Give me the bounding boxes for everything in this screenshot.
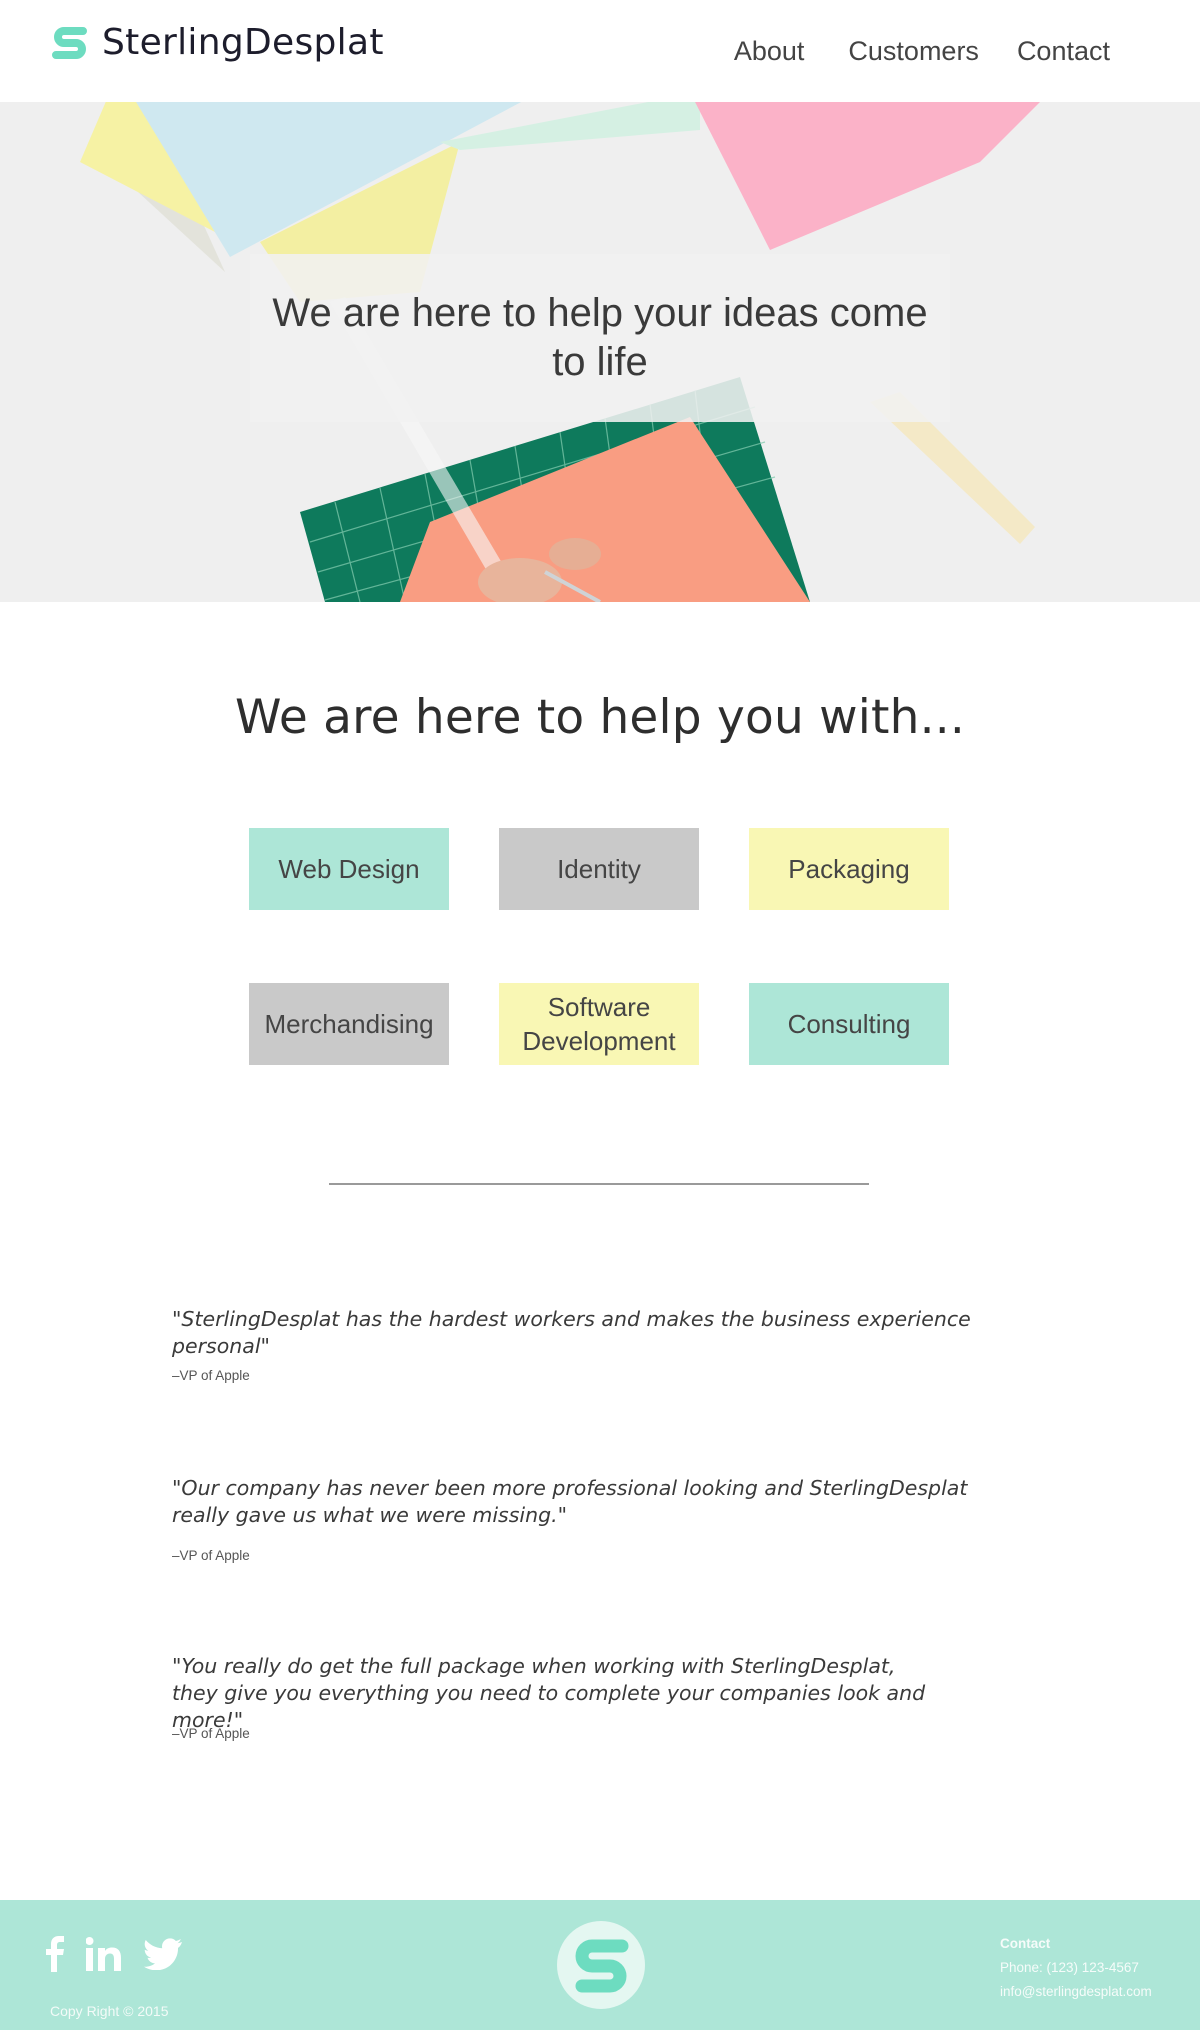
testimonial-author: –VP of Apple [172,1548,250,1563]
service-tile-label: Consulting [787,1009,911,1039]
brand-logo[interactable]: SterlingDesplat [50,22,384,63]
service-tile-merchandising[interactable]: Merchandising [249,983,449,1065]
site-footer: Copy Right © 2015 Contact Phone: (123) 1… [0,1900,1200,2030]
service-tile-consulting[interactable]: Consulting [749,983,949,1065]
hero-overlay: We are here to help your ideas come to l… [250,254,950,422]
contact-phone: Phone: (123) 123-4567 [1000,1960,1139,1975]
nav-about-link[interactable]: About [734,36,805,67]
section-divider [329,1183,869,1185]
service-tile-web-design[interactable]: Web Design [249,828,449,910]
service-tile-packaging[interactable]: Packaging [749,828,949,910]
facebook-icon[interactable] [46,1936,64,1977]
brand-name: SterlingDesplat [102,22,384,63]
nav-contact-link[interactable]: Contact [1017,36,1110,67]
copyright-text: Copy Right © 2015 [50,2003,169,2019]
footer-contact: Contact Phone: (123) 123-4567 info@sterl… [1000,1932,1152,2004]
hero-title: We are here to help your ideas come to l… [272,291,928,384]
site-header: SterlingDesplat About Customers Contact [0,0,1200,102]
service-tile-label: Identity [557,854,641,884]
service-tile-label: Merchandising [264,1009,434,1039]
nav-customers-link[interactable]: Customers [848,36,979,67]
main-nav: About Customers Contact [734,36,1110,67]
testimonial-quote: "Our company has never been more profess… [172,1476,968,1527]
testimonial-quote: "You really do get the full package when… [172,1654,926,1732]
service-tile-label: Web Design [278,854,420,884]
testimonial-author: –VP of Apple [172,1726,250,1741]
services-title: We are here to help you with... [234,690,966,745]
testimonial-author: –VP of Apple [172,1368,250,1383]
service-tile-label: Packaging [788,854,910,884]
testimonial-quote: "SterlingDesplat has the hardest workers… [172,1307,971,1358]
contact-email[interactable]: info@sterlingdesplat.com [1000,1980,1152,2004]
linkedin-icon[interactable] [85,1937,122,1976]
footer-logo-icon[interactable] [556,1920,646,2010]
social-links [46,1936,182,1977]
service-tile-software-development[interactable]: Software Development [499,983,699,1065]
hero-banner: We are here to help your ideas come to l… [0,102,1200,602]
service-tile-label: Software Development [522,992,676,1056]
contact-title: Contact [1000,1936,1051,1951]
twitter-icon[interactable] [144,1938,182,1975]
service-tile-identity[interactable]: Identity [499,828,699,910]
sd-monogram-icon [52,26,87,59]
